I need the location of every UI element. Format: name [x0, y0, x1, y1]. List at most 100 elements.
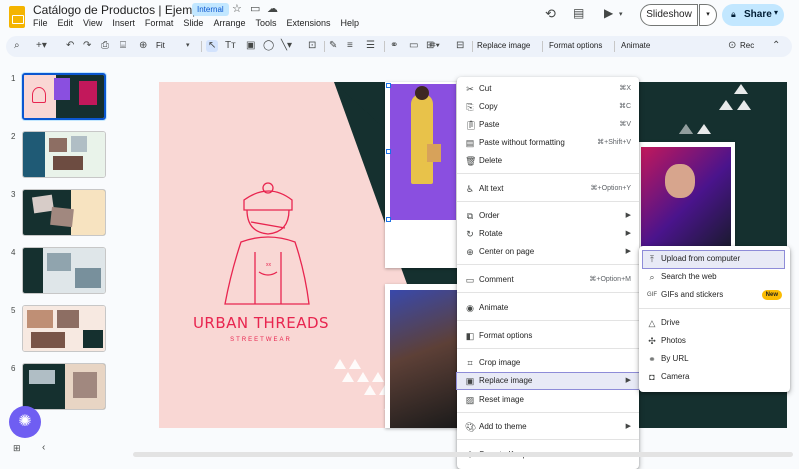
submenu-item-camera[interactable]: ◘ Camera: [639, 369, 790, 385]
slideshow-button[interactable]: Slideshow: [640, 4, 698, 26]
menu-item-add-to-theme[interactable]: 🎨︎ Add to theme ▶: [457, 419, 639, 435]
mask-image-icon[interactable]: ⊟: [456, 40, 464, 52]
animate-button[interactable]: Animate: [621, 40, 650, 52]
link-icon[interactable]: ⚭: [390, 40, 398, 52]
menu-item-label: Add to theme: [479, 422, 527, 431]
submenu-item-label: By URL: [661, 354, 689, 363]
search-menus-icon[interactable]: ⌕: [14, 40, 20, 52]
star-icon[interactable]: ☆: [232, 3, 242, 16]
comments-icon[interactable]: ▤: [573, 7, 584, 20]
replace-image-button[interactable]: Replace image: [477, 40, 530, 52]
resize-handle[interactable]: [386, 83, 391, 88]
label-badge[interactable]: Internal: [192, 3, 229, 16]
photo-card[interactable]: [385, 284, 460, 428]
crop-icon[interactable]: ⌗▾: [430, 40, 440, 52]
collapse-toolbar-icon[interactable]: ⌃: [772, 40, 780, 52]
submenu-item-upload[interactable]: ⤒ Upload from computer: [642, 250, 785, 269]
street-photo[interactable]: [390, 290, 460, 428]
menu-extensions[interactable]: Extensions: [286, 18, 330, 28]
border-weight-icon[interactable]: ≡: [347, 40, 353, 52]
photo-card[interactable]: [385, 82, 460, 268]
slide-thumbnail[interactable]: [22, 247, 106, 294]
submenu-item-photos[interactable]: ✣ Photos: [639, 333, 790, 349]
brand-title[interactable]: URBAN THREADS: [181, 314, 341, 332]
resize-handle[interactable]: [386, 217, 391, 222]
zoom-chevron-icon[interactable]: ▾: [186, 40, 190, 52]
slide-thumbnail[interactable]: [22, 131, 106, 178]
undo-icon[interactable]: ↶: [66, 40, 74, 52]
history-icon[interactable]: ⟲: [545, 7, 556, 20]
new-slide-icon[interactable]: +▾: [36, 40, 47, 52]
slides-logo-icon[interactable]: [9, 6, 25, 28]
menu-file[interactable]: File: [33, 18, 48, 28]
crop-icon: ⌗: [467, 358, 473, 368]
record-icon[interactable]: ⊙: [728, 40, 736, 52]
menu-insert[interactable]: Insert: [112, 18, 135, 28]
cloud-status-icon[interactable]: ☁: [267, 3, 278, 16]
grid-view-icon[interactable]: ⊞: [13, 443, 21, 454]
menu-item-animate[interactable]: ◉ Animate: [457, 300, 639, 316]
brand-subtitle[interactable]: STREETWEAR: [181, 337, 341, 343]
rec-button[interactable]: Rec: [740, 40, 754, 52]
paint-format-icon[interactable]: ⌸: [120, 40, 126, 52]
menu-help[interactable]: Help: [341, 18, 360, 28]
submenu-item-url[interactable]: ⚭ By URL: [639, 351, 790, 367]
collapse-filmstrip-icon[interactable]: ‹: [42, 442, 45, 453]
format-options-button[interactable]: Format options: [549, 40, 602, 52]
move-folder-icon[interactable]: ▭: [250, 3, 260, 16]
menu-edit[interactable]: Edit: [58, 18, 74, 28]
menu-item-delete[interactable]: 🗑︎ Delete: [457, 153, 639, 169]
menu-item-order[interactable]: ⧉ Order ▶: [457, 208, 639, 224]
share-chevron-icon[interactable]: ▾: [774, 8, 778, 17]
lock-icon: 🔒︎: [731, 9, 736, 19]
border-dash-icon[interactable]: ☰: [366, 40, 375, 52]
redo-icon[interactable]: ↷: [83, 40, 91, 52]
menu-item-paste-plain[interactable]: ▤ Paste without formatting ⌘+Shift+V: [457, 135, 639, 151]
zoom-icon[interactable]: ⊕: [139, 40, 147, 52]
shape-icon[interactable]: ◯: [263, 40, 274, 52]
menu-item-replace-image[interactable]: ▣ Replace image ▶: [456, 372, 640, 390]
zoom-select[interactable]: Fit: [156, 40, 165, 52]
submenu-item-gifs[interactable]: GIF GIFs and stickers New: [639, 287, 790, 303]
submenu-item-drive[interactable]: △ Drive: [639, 315, 790, 331]
slide-thumbnail[interactable]: [22, 363, 106, 410]
slide-thumbnail[interactable]: [22, 73, 106, 120]
sparkle-icon: ✺: [18, 413, 32, 430]
menu-slide[interactable]: Slide: [183, 18, 203, 28]
shortcut-label: ⌘C: [618, 103, 631, 110]
comment-icon: ▭: [465, 275, 475, 285]
menu-item-copy[interactable]: ⎘ Copy ⌘C: [457, 99, 639, 115]
gemini-button[interactable]: ✺: [9, 406, 41, 438]
comment-add-icon[interactable]: ▭: [409, 40, 418, 52]
image-icon[interactable]: ▣: [246, 40, 255, 52]
slide-thumbnail[interactable]: [22, 305, 106, 352]
print-icon[interactable]: ⎙: [101, 40, 109, 52]
resize-handle[interactable]: [386, 149, 391, 154]
menu-item-paste[interactable]: 📋︎ Paste ⌘V: [457, 117, 639, 133]
menu-item-cut[interactable]: ✂ Cut ⌘X: [457, 81, 639, 97]
menu-arrange[interactable]: Arrange: [213, 18, 245, 28]
menu-item-reset-image[interactable]: ▨ Reset image: [457, 392, 639, 408]
menu-item-center[interactable]: ⊕ Center on page ▶: [457, 244, 639, 260]
menu-tools[interactable]: Tools: [255, 18, 276, 28]
video-icon[interactable]: ⊡: [308, 40, 316, 52]
meet-chevron-icon[interactable]: ▾: [619, 8, 623, 21]
menu-view[interactable]: View: [83, 18, 102, 28]
menu-item-rotate[interactable]: ↻ Rotate ▶: [457, 226, 639, 242]
menu-item-crop[interactable]: ⌗ Crop image: [457, 355, 639, 371]
menu-item-comment[interactable]: ▭ Comment ⌘+Option+M: [457, 272, 639, 288]
menu-item-label: Cut: [479, 84, 492, 93]
slide-thumbnail[interactable]: [22, 189, 106, 236]
meet-icon[interactable]: ▶: [604, 7, 613, 20]
line-icon[interactable]: ╲▾: [281, 40, 292, 52]
border-color-icon[interactable]: ✎: [329, 40, 337, 52]
document-title[interactable]: Catálogo de Productos | Ejemplo: [33, 3, 208, 17]
menu-item-format-options[interactable]: ◧ Format options: [457, 328, 639, 344]
photo-card[interactable]: [637, 142, 735, 250]
menu-format[interactable]: Format: [145, 18, 174, 28]
submenu-item-search[interactable]: ⌕ Search the web: [639, 269, 790, 285]
menu-item-alt-text[interactable]: ♿︎ Alt text ⌘+Option+Y: [457, 181, 639, 197]
horizontal-scrollbar[interactable]: [133, 452, 793, 457]
text-box-icon[interactable]: Tт: [225, 40, 236, 52]
select-cursor-icon[interactable]: ↖: [206, 40, 219, 52]
